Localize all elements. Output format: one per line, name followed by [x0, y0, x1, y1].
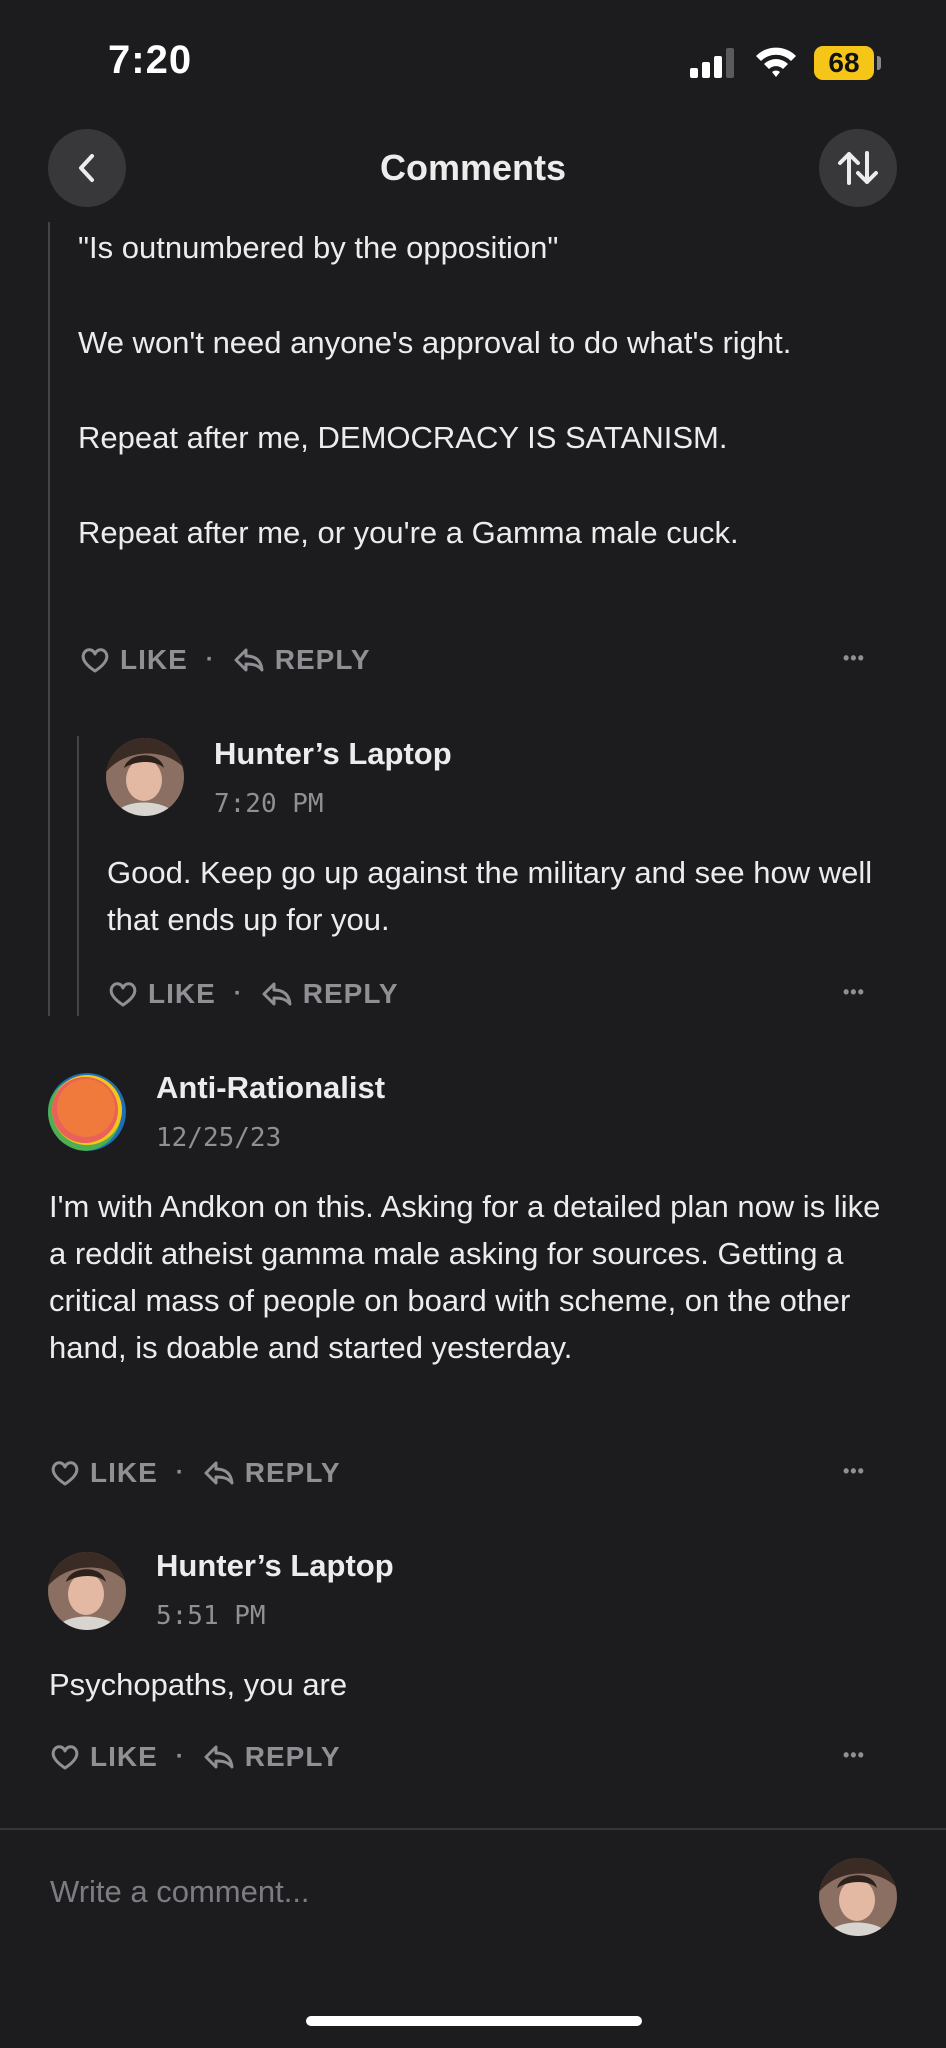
comment-body: Psychopaths, you are — [49, 1667, 348, 1702]
comment-timestamp: 7:20 PM — [214, 789, 324, 819]
avatar-photo — [48, 1552, 126, 1630]
separator-dot: · — [205, 645, 215, 673]
avatar[interactable] — [106, 738, 184, 816]
like-label: LIKE — [90, 1456, 158, 1488]
comment-author[interactable]: Hunter’s Laptop — [214, 736, 452, 772]
heart-icon — [51, 1460, 79, 1486]
comment-body: "Is outnumbered by the opposition" We wo… — [78, 224, 878, 556]
reply-arrow-icon — [204, 1745, 234, 1769]
more-options-button[interactable]: ••• — [843, 1461, 865, 1482]
avatar[interactable] — [48, 1073, 126, 1151]
comment-paragraph: Repeat after me, or you're a Gamma male … — [78, 515, 739, 550]
sort-arrows-icon — [838, 151, 878, 185]
comment-paragraph: Repeat after me, DEMOCRACY IS SATANISM. — [78, 420, 728, 455]
like-button[interactable]: LIKE — [50, 1741, 158, 1773]
reply-button[interactable]: REPLY — [203, 1741, 341, 1773]
reply-label: REPLY — [244, 1456, 341, 1488]
comment-timestamp: 5:51 PM — [156, 1601, 266, 1631]
thread-line-outer — [48, 222, 50, 1016]
avatar[interactable] — [48, 1552, 126, 1630]
separator-dot: · — [175, 1742, 185, 1770]
reply-label: REPLY — [274, 643, 371, 675]
status-bar: 7:20 68 — [0, 0, 946, 120]
comment-author[interactable]: Anti-Rationalist — [156, 1070, 385, 1106]
comment-actions: LIKE · REPLY — [50, 1455, 341, 1495]
like-button[interactable]: LIKE — [108, 978, 216, 1010]
comment-actions: LIKE · REPLY — [108, 976, 399, 1016]
reply-label: REPLY — [244, 1740, 341, 1772]
reply-button[interactable]: REPLY — [233, 644, 371, 676]
comment-body: Good. Keep go up against the military an… — [107, 855, 873, 937]
reply-button[interactable]: REPLY — [261, 978, 399, 1010]
nav-header: Comments — [0, 125, 946, 215]
wifi-icon — [756, 47, 796, 77]
page-title: Comments — [379, 147, 567, 188]
more-options-button[interactable]: ••• — [843, 982, 865, 1003]
more-options-button[interactable]: ••• — [843, 648, 865, 669]
comment-actions: LIKE · REPLY — [80, 642, 371, 682]
composer-divider — [0, 1828, 946, 1830]
cellular-signal-icon — [690, 48, 734, 78]
like-label: LIKE — [148, 977, 216, 1009]
battery-icon: 68 — [814, 46, 874, 80]
heart-icon — [81, 647, 109, 673]
comment-actions: LIKE · REPLY — [50, 1739, 341, 1779]
reply-arrow-icon — [204, 1461, 234, 1485]
like-label: LIKE — [90, 1740, 158, 1772]
comment-input[interactable]: Write a comment... — [50, 1874, 310, 1910]
comment-paragraph: "Is outnumbered by the opposition" — [78, 230, 559, 265]
separator-dot: · — [175, 1458, 185, 1486]
comment-paragraph: We won't need anyone's approval to do wh… — [78, 325, 792, 360]
avatar-photo — [819, 1858, 897, 1936]
sort-button[interactable] — [819, 129, 897, 207]
avatar-photo — [106, 738, 184, 816]
like-button[interactable]: LIKE — [50, 1457, 158, 1489]
avatar-logo — [48, 1073, 126, 1151]
current-user-avatar[interactable] — [819, 1858, 897, 1936]
separator-dot: · — [233, 979, 243, 1007]
like-label: LIKE — [120, 643, 188, 675]
thread-line-inner — [77, 736, 79, 1016]
home-indicator — [306, 2016, 642, 2026]
reply-arrow-icon — [262, 982, 292, 1006]
like-button[interactable]: LIKE — [80, 644, 188, 676]
reply-button[interactable]: REPLY — [203, 1457, 341, 1489]
reply-label: REPLY — [302, 977, 399, 1009]
reply-arrow-icon — [234, 648, 264, 672]
heart-icon — [109, 981, 137, 1007]
comment-timestamp: 12/25/23 — [156, 1123, 282, 1153]
more-options-button[interactable]: ••• — [843, 1745, 865, 1766]
battery-tip — [877, 56, 881, 70]
status-time: 7:20 — [108, 38, 193, 82]
heart-icon — [51, 1744, 79, 1770]
comment-author[interactable]: Hunter’s Laptop — [156, 1548, 394, 1584]
comment-body: I'm with Andkon on this. Asking for a de… — [49, 1189, 881, 1365]
